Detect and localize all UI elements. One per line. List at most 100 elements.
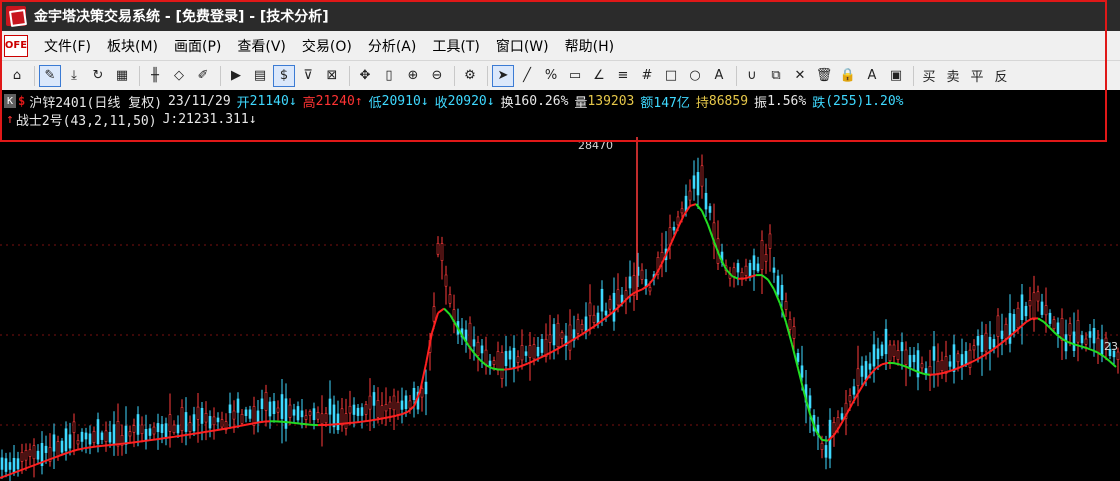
- menu-window[interactable]: 窗口(W): [488, 36, 557, 56]
- candle-body: [1092, 327, 1096, 344]
- candle-body: [752, 255, 756, 271]
- k-line-badge[interactable]: K: [4, 94, 16, 108]
- refresh-icon[interactable]: ↻: [87, 65, 109, 87]
- candle-body: [740, 272, 744, 279]
- reverse-button[interactable]: 反: [990, 65, 1012, 87]
- color-icon[interactable]: A: [861, 65, 883, 87]
- candle-body: [1088, 331, 1092, 338]
- candle-body: [556, 322, 560, 348]
- candle-body: [956, 353, 960, 363]
- edit-icon[interactable]: ✐: [192, 65, 214, 87]
- candle-body: [528, 345, 532, 358]
- candle-body: [756, 263, 760, 272]
- candle-body: [980, 335, 984, 352]
- candle-body: [672, 226, 676, 231]
- moving-average-segment: [185, 433, 193, 436]
- candle-body: [220, 419, 224, 428]
- split-icon[interactable]: ⊠: [321, 65, 343, 87]
- candle-body: [984, 332, 988, 352]
- save-icon[interactable]: ▣: [885, 65, 907, 87]
- close-position-button[interactable]: 平: [966, 65, 988, 87]
- moving-average-segment: [299, 422, 307, 426]
- candle-body: [1100, 339, 1104, 355]
- candle-body: [904, 349, 908, 365]
- candle-body: [308, 411, 312, 416]
- menu-analysis[interactable]: 分析(A): [360, 36, 425, 56]
- pen-icon[interactable]: ✎: [39, 64, 61, 87]
- menu-block[interactable]: 板块(M): [99, 36, 166, 56]
- delete-icon[interactable]: ✕: [789, 65, 811, 87]
- filter-icon[interactable]: ⊽: [297, 65, 319, 87]
- candle-body: [136, 414, 140, 435]
- moving-average-segment: [509, 366, 517, 371]
- download-icon[interactable]: ⤓: [63, 65, 85, 87]
- candle-body: [268, 401, 272, 417]
- copy-icon[interactable]: ⧉: [765, 65, 787, 87]
- line-icon[interactable]: ╱: [516, 65, 538, 87]
- zoom-in-icon[interactable]: ⊕: [402, 65, 424, 87]
- candle-body: [424, 381, 428, 395]
- menu-tools[interactable]: 工具(T): [424, 36, 487, 56]
- candle-body: [320, 413, 324, 425]
- candle-body: [1056, 322, 1060, 335]
- high-label: 高: [302, 95, 316, 111]
- menu-view[interactable]: 查看(V): [229, 36, 294, 56]
- diamond-icon[interactable]: ◇: [168, 65, 190, 87]
- candle-body: [324, 413, 328, 424]
- report-icon[interactable]: ▤: [249, 65, 271, 87]
- candle-body: [680, 208, 684, 214]
- lock-icon[interactable]: 🔒: [837, 65, 859, 87]
- magnet-icon[interactable]: ∪: [741, 65, 763, 87]
- sell-button[interactable]: 卖: [942, 65, 964, 87]
- menu-screen[interactable]: 画面(P): [166, 36, 229, 56]
- moving-average-segment: [305, 423, 313, 426]
- candle-body: [272, 401, 276, 415]
- candle-body: [328, 398, 332, 415]
- settings-icon[interactable]: ⚙: [459, 65, 481, 87]
- moving-average-segment: [389, 414, 397, 418]
- turnover-value: 160.26%: [513, 93, 569, 109]
- grid-icon[interactable]: ▦: [111, 65, 133, 87]
- candle-body: [868, 363, 872, 370]
- candle-body: [792, 326, 796, 339]
- percent-icon[interactable]: %: [540, 65, 562, 87]
- home-icon[interactable]: ⌂: [6, 65, 28, 87]
- angle-icon[interactable]: ∠: [588, 65, 610, 87]
- hash-icon[interactable]: #: [636, 65, 658, 87]
- bar-icon[interactable]: ▯: [378, 65, 400, 87]
- candle-body: [892, 344, 896, 357]
- menu-help[interactable]: 帮助(H): [557, 36, 622, 56]
- candles-icon[interactable]: ╫: [144, 65, 166, 87]
- moving-average-segment: [1103, 355, 1111, 363]
- pointer-icon[interactable]: ➤: [492, 64, 514, 87]
- dollar-icon[interactable]: $: [273, 64, 295, 87]
- change-value: (255)1.20%: [825, 93, 904, 109]
- moving-average-segment: [203, 430, 211, 434]
- candle-body: [432, 306, 436, 322]
- candle-body: [388, 401, 392, 409]
- buy-button[interactable]: 买: [918, 65, 940, 87]
- level-icon[interactable]: ≡: [612, 65, 634, 87]
- moving-average-segment: [89, 445, 97, 449]
- dollar-mini-icon[interactable]: $: [18, 94, 25, 108]
- low-label: 低: [368, 95, 382, 111]
- rect-icon[interactable]: □: [660, 65, 682, 87]
- text-icon[interactable]: A: [708, 65, 730, 87]
- circle-icon[interactable]: ○: [684, 65, 706, 87]
- move-icon[interactable]: ✥: [354, 65, 376, 87]
- candle-body: [228, 404, 232, 414]
- toolbar-separator: [34, 65, 35, 86]
- candle-body: [1068, 323, 1072, 336]
- zoom-out-icon[interactable]: ⊖: [426, 65, 448, 87]
- play-icon[interactable]: ▶: [225, 65, 247, 87]
- menu-file[interactable]: 文件(F): [36, 36, 99, 56]
- moving-average-segment: [83, 446, 91, 450]
- menu-logo-icon[interactable]: OFE: [4, 34, 28, 57]
- moving-average-segment: [221, 427, 229, 431]
- candle-body: [948, 361, 952, 367]
- candle-body: [1044, 305, 1048, 316]
- open-arrow: ↓: [288, 93, 297, 109]
- menu-trade[interactable]: 交易(O): [294, 36, 360, 56]
- trash-icon[interactable]: 🗑: [813, 65, 835, 87]
- ruler-icon[interactable]: ▭: [564, 65, 586, 87]
